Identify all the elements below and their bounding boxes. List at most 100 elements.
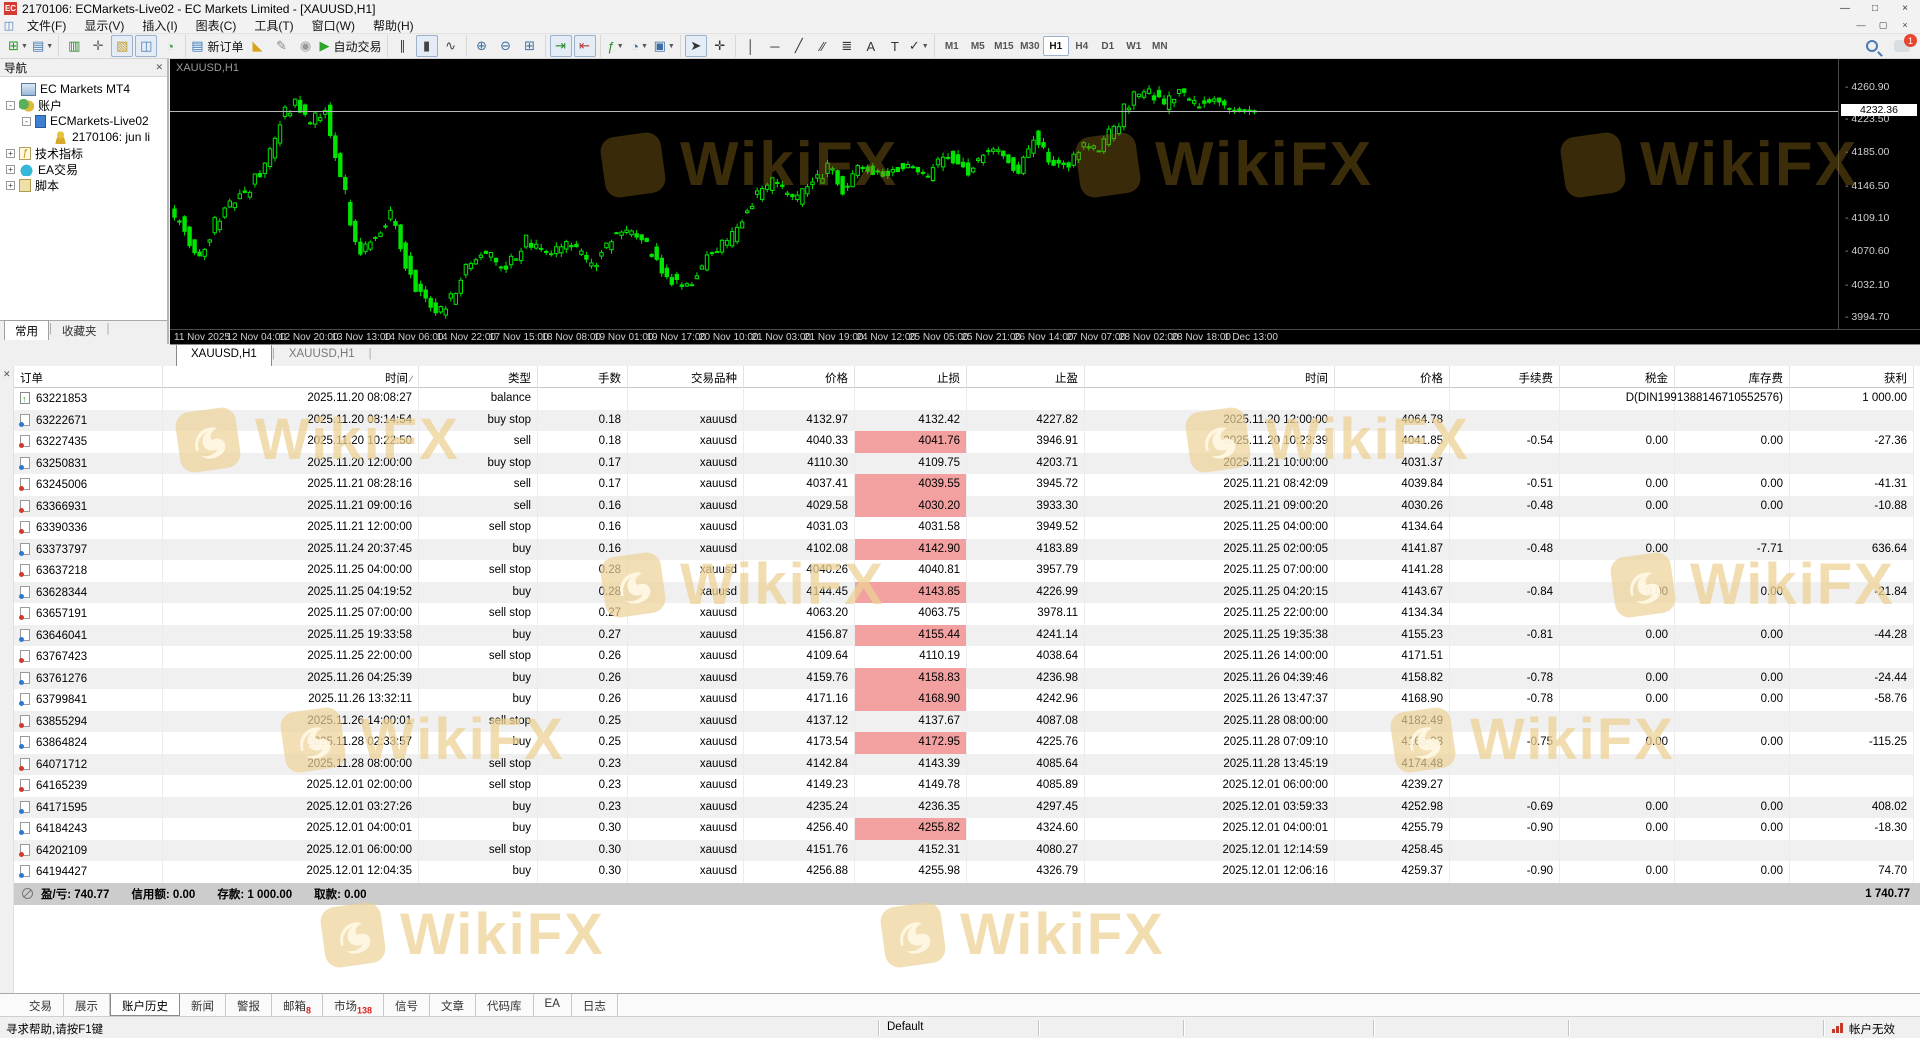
- history-row[interactable]: 640717122025.11.28 08:00:00sell stop0.23…: [14, 754, 1914, 776]
- history-row[interactable]: 636372182025.11.25 04:00:00sell stop0.28…: [14, 560, 1914, 582]
- chart-system-icon[interactable]: ◫: [0, 19, 18, 32]
- close-button[interactable]: ×: [1890, 1, 1920, 17]
- terminal-tab-0[interactable]: 交易: [18, 994, 64, 1016]
- navigator-close-icon[interactable]: ✕: [155, 62, 163, 73]
- templates-list-button[interactable]: ▣▼: [653, 35, 676, 57]
- tile-windows-button[interactable]: ⊞: [519, 35, 541, 57]
- navigator-panel-button[interactable]: ▧: [111, 35, 133, 57]
- maximize-button[interactable]: □: [1860, 1, 1890, 17]
- chart-tab-1[interactable]: XAUUSD,H1: [275, 345, 369, 367]
- tree-item-ECMarketsMT4[interactable]: EC Markets MT4: [0, 81, 167, 97]
- column-header-time[interactable]: 时间 ∕: [163, 366, 419, 388]
- tree-item-[interactable]: +ƒ技术指标: [0, 145, 167, 161]
- dropdown-arrow-icon[interactable]: ▼: [617, 43, 624, 50]
- column-header-tax[interactable]: 税金: [1560, 366, 1675, 388]
- text-label-button[interactable]: T: [884, 35, 906, 57]
- chart-tab-0[interactable]: XAUUSD,H1: [176, 345, 272, 367]
- minimize-button[interactable]: —: [1830, 1, 1860, 17]
- terminal-tab-7[interactable]: 信号: [384, 994, 430, 1016]
- column-header-tp[interactable]: 止盈: [967, 366, 1085, 388]
- channel-button[interactable]: ∕∕: [812, 35, 834, 57]
- profiles-button[interactable]: ▤▼: [31, 35, 54, 57]
- history-row[interactable]: 641842432025.12.01 04:00:01buy0.30xauusd…: [14, 818, 1914, 840]
- search-icon[interactable]: [1866, 40, 1878, 52]
- status-connection[interactable]: 帐户无效: [1823, 1020, 1920, 1036]
- history-row[interactable]: 632226712025.11.20 08:14:54buy stop0.18x…: [14, 410, 1914, 432]
- terminal-close-icon[interactable]: ✕: [3, 369, 11, 380]
- text-button[interactable]: A: [860, 35, 882, 57]
- navigator-tab-0[interactable]: 常用: [4, 320, 49, 340]
- menu-C[interactable]: 图表(C): [187, 18, 246, 34]
- terminal-tab-8[interactable]: 文章: [430, 994, 476, 1016]
- tree-item-2170106junli[interactable]: 2170106: jun li: [0, 129, 167, 145]
- history-row[interactable]: 633669312025.11.21 09:00:16sell0.16xauus…: [14, 496, 1914, 518]
- menu-I[interactable]: 插入(I): [133, 18, 186, 34]
- autotrading-button[interactable]: ▶自动交易: [319, 35, 383, 57]
- dropdown-arrow-icon[interactable]: ▼: [21, 43, 28, 50]
- column-header-price[interactable]: 价格: [744, 366, 855, 388]
- candlestick-chart-button[interactable]: ▮: [416, 35, 438, 57]
- chart-shift-button[interactable]: ⇤: [574, 35, 596, 57]
- menu-T[interactable]: 工具(T): [245, 18, 302, 34]
- history-row[interactable]: 632508312025.11.20 12:00:00buy stop0.17x…: [14, 453, 1914, 475]
- expand-icon[interactable]: +: [6, 181, 15, 190]
- column-header-order[interactable]: 订单: [14, 366, 163, 388]
- history-row[interactable]: 632274352025.11.20 10:22:50sell0.18xauus…: [14, 431, 1914, 453]
- zoom-in-button[interactable]: ⊕: [471, 35, 493, 57]
- period-W1-button[interactable]: W1: [1121, 36, 1147, 56]
- history-row[interactable]: 638552942025.11.26 14:00:01sell stop0.25…: [14, 711, 1914, 733]
- history-row[interactable]: 633903362025.11.21 12:00:00sell stop0.16…: [14, 517, 1914, 539]
- expand-icon[interactable]: +: [6, 165, 15, 174]
- arrows-button[interactable]: ✓▼: [908, 35, 930, 57]
- menu-F[interactable]: 文件(F): [18, 18, 75, 34]
- candlestick-chart[interactable]: [170, 59, 1838, 329]
- horizontal-line-button[interactable]: ─: [764, 35, 786, 57]
- column-header-type[interactable]: 类型: [419, 366, 538, 388]
- history-row[interactable]: 637674232025.11.25 22:00:00sell stop0.26…: [14, 646, 1914, 668]
- data-window-button[interactable]: ✛: [87, 35, 109, 57]
- history-row[interactable]: 632450062025.11.21 08:28:16sell0.17xauus…: [14, 474, 1914, 496]
- expand-icon[interactable]: +: [6, 149, 15, 158]
- chart-minimize-button[interactable]: —: [1850, 18, 1872, 32]
- column-header-lots[interactable]: 手数: [538, 366, 628, 388]
- auto-scroll-button[interactable]: ⇥: [550, 35, 572, 57]
- trendline-button[interactable]: ╱: [788, 35, 810, 57]
- terminal-tab-11[interactable]: 日志: [572, 994, 618, 1016]
- period-MN-button[interactable]: MN: [1147, 36, 1173, 56]
- tree-item-ECMarketsLive02[interactable]: -ECMarkets-Live02: [0, 113, 167, 129]
- market-watch-button[interactable]: ▥: [63, 35, 85, 57]
- history-row[interactable]: 641944272025.12.01 12:04:35buy0.30xauusd…: [14, 861, 1914, 883]
- column-header-swap[interactable]: 库存费: [1675, 366, 1790, 388]
- dropdown-arrow-icon[interactable]: ▼: [922, 43, 929, 50]
- history-row[interactable]: 636571912025.11.25 07:00:00sell stop0.27…: [14, 603, 1914, 625]
- terminal-tab-3[interactable]: 新闻: [180, 994, 226, 1016]
- column-header-symbol[interactable]: 交易品种: [628, 366, 744, 388]
- tree-item-[interactable]: +脚本: [0, 177, 167, 193]
- terminal-tab-4[interactable]: 警报: [226, 994, 272, 1016]
- terminal-tab-9[interactable]: 代码库: [476, 994, 534, 1016]
- line-chart-button[interactable]: ∿: [440, 35, 462, 57]
- dropdown-arrow-icon[interactable]: ▼: [46, 43, 53, 50]
- period-H1-button[interactable]: H1: [1043, 36, 1069, 56]
- chat-icon[interactable]: 1: [1894, 40, 1910, 52]
- column-header-time2[interactable]: 时间: [1085, 366, 1335, 388]
- history-row[interactable]: 636283442025.11.25 04:19:52buy0.28xauusd…: [14, 582, 1914, 604]
- menu-H[interactable]: 帮助(H): [364, 18, 423, 34]
- column-header-price2[interactable]: 价格: [1335, 366, 1450, 388]
- history-row[interactable]: 638648242025.11.28 02:33:57buy0.25xauusd…: [14, 732, 1914, 754]
- bars-chart-button[interactable]: ∥: [392, 35, 414, 57]
- terminal-tab-10[interactable]: EA: [534, 994, 572, 1016]
- column-header-comm[interactable]: 手续费: [1450, 366, 1560, 388]
- megaphone-button[interactable]: ◣: [247, 35, 269, 57]
- menu-V[interactable]: 显示(V): [75, 18, 133, 34]
- history-row[interactable]: 641652392025.12.01 02:00:00sell stop0.23…: [14, 775, 1914, 797]
- chart-close-button[interactable]: ×: [1894, 18, 1916, 32]
- periods-list-button[interactable]: ◔▼: [629, 35, 651, 57]
- terminal-tab-2[interactable]: 账户历史: [110, 994, 180, 1016]
- terminal-tab-1[interactable]: 展示: [64, 994, 110, 1016]
- terminal-tab-6[interactable]: 市场138: [323, 994, 384, 1016]
- collapse-icon[interactable]: -: [22, 117, 31, 126]
- history-row[interactable]: 636460412025.11.25 19:33:58buy0.27xauusd…: [14, 625, 1914, 647]
- history-row[interactable]: 642021092025.12.01 06:00:00sell stop0.30…: [14, 840, 1914, 862]
- zoom-out-button[interactable]: ⊖: [495, 35, 517, 57]
